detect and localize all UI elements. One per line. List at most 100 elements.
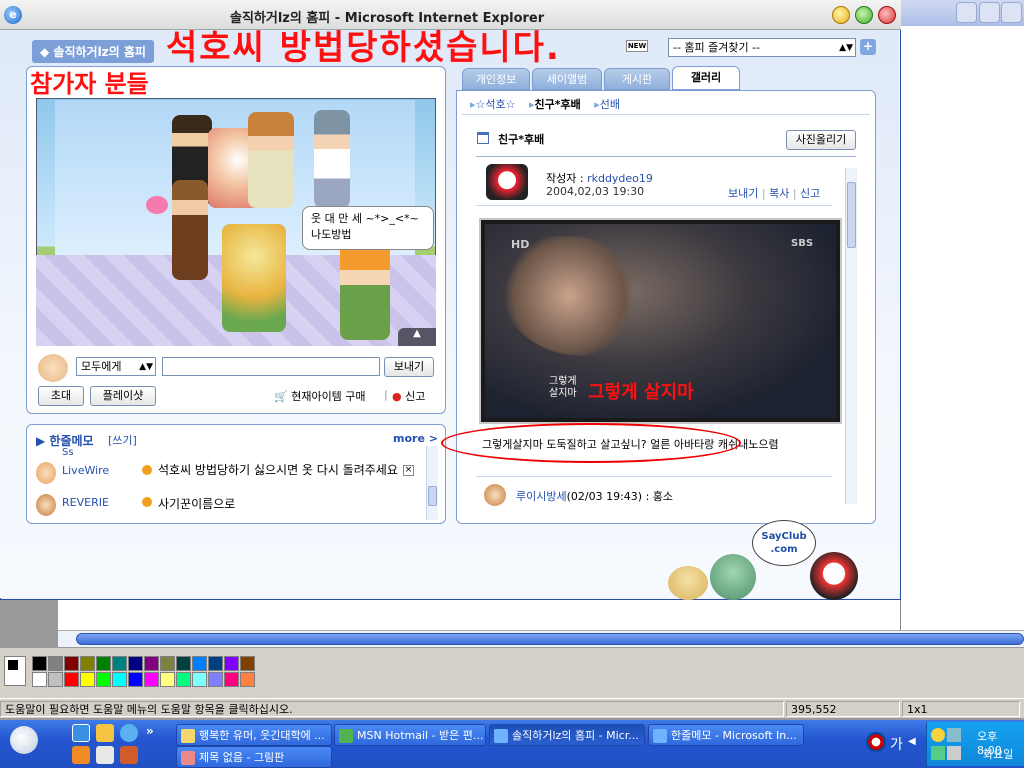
minimize-icon[interactable] bbox=[956, 2, 977, 23]
task-hotmail[interactable]: MSN Hotmail - 받은 편... bbox=[334, 724, 486, 746]
avatar-character[interactable] bbox=[222, 224, 286, 332]
palette-swatch[interactable] bbox=[208, 656, 223, 671]
chat-input[interactable] bbox=[162, 357, 380, 376]
palette-swatch[interactable] bbox=[240, 672, 255, 687]
palette-swatch[interactable] bbox=[48, 656, 63, 671]
memo-row-name[interactable]: REVERIE bbox=[62, 496, 109, 509]
start-apple-icon[interactable] bbox=[10, 726, 38, 754]
memo-row-name[interactable]: Ss bbox=[62, 447, 74, 458]
quicklaunch-ie-icon[interactable] bbox=[72, 724, 90, 742]
korean-flag-icon[interactable] bbox=[866, 732, 886, 752]
quicklaunch-messenger-icon[interactable] bbox=[96, 724, 114, 742]
close-icon[interactable] bbox=[878, 6, 896, 24]
palette-swatch[interactable] bbox=[176, 656, 191, 671]
quicklaunch-more-icon[interactable]: » bbox=[146, 724, 154, 738]
palette-swatch[interactable] bbox=[144, 672, 159, 687]
palette-swatch[interactable] bbox=[32, 672, 47, 687]
palette-swatch[interactable] bbox=[96, 656, 111, 671]
author-link[interactable]: rkddydeo19 bbox=[587, 172, 653, 185]
palette-swatch[interactable] bbox=[176, 672, 191, 687]
tray-network-icon[interactable] bbox=[947, 728, 961, 742]
task-memo[interactable]: 한줄메모 - Microsoft In... bbox=[648, 724, 804, 746]
palette-swatch[interactable] bbox=[112, 656, 127, 671]
palette-swatch[interactable] bbox=[192, 656, 207, 671]
task-paint[interactable]: 제목 없음 - 그림판 bbox=[176, 746, 332, 768]
minimize-icon[interactable] bbox=[832, 6, 850, 24]
sayclub-logo[interactable]: SayClub .com bbox=[752, 520, 816, 566]
photo-sbs-logo: SBS bbox=[791, 238, 814, 249]
upload-photo-button[interactable]: 사진올리기 bbox=[786, 130, 856, 150]
send-chat-button[interactable]: 보내기 bbox=[384, 357, 434, 377]
report-post-link[interactable]: 신고 bbox=[800, 187, 820, 200]
mascot-character bbox=[710, 554, 756, 600]
paint-horizontal-scrollbar[interactable] bbox=[58, 630, 1024, 647]
quicklaunch-app-icon[interactable] bbox=[72, 746, 90, 764]
invite-button[interactable]: 초대 bbox=[38, 386, 84, 406]
current-colors[interactable] bbox=[4, 656, 26, 686]
scrollbar-thumb[interactable] bbox=[76, 633, 1024, 645]
memo-scrollbar[interactable] bbox=[426, 446, 438, 520]
memo-row-text: 사기꾼이름으로 bbox=[158, 497, 236, 511]
gallery-scrollbar[interactable] bbox=[845, 168, 857, 504]
tray-messenger-icon[interactable] bbox=[931, 728, 945, 742]
palette-swatch[interactable] bbox=[96, 672, 111, 687]
avatar-character[interactable] bbox=[172, 180, 208, 280]
palette-swatch[interactable] bbox=[32, 656, 47, 671]
playshot-button[interactable]: 플레이샷 bbox=[90, 386, 156, 406]
palette-swatch[interactable] bbox=[80, 672, 95, 687]
delete-memo-icon[interactable]: × bbox=[403, 465, 414, 476]
expand-icon[interactable]: ▲ bbox=[398, 328, 436, 346]
palette-swatch[interactable] bbox=[144, 656, 159, 671]
comment-author[interactable]: 루이시방세 bbox=[516, 490, 567, 503]
chat-target-select[interactable]: 모두에게 ▲▼ bbox=[76, 357, 156, 376]
buy-items-link[interactable]: 🛒 현재아이템 구매 bbox=[274, 388, 366, 404]
maximize-icon[interactable] bbox=[855, 6, 873, 24]
palette-swatch[interactable] bbox=[160, 656, 175, 671]
palette-swatch[interactable] bbox=[160, 672, 175, 687]
palette-swatch[interactable] bbox=[128, 656, 143, 671]
subtab-friends[interactable]: 친구*후배 bbox=[535, 98, 581, 111]
close-icon[interactable] bbox=[1001, 2, 1022, 23]
palette-swatch[interactable] bbox=[48, 672, 63, 687]
palette-swatch[interactable] bbox=[240, 656, 255, 671]
tab-profile[interactable]: 개인정보 bbox=[462, 68, 530, 90]
memo-write-link[interactable]: [쓰기] bbox=[108, 432, 137, 448]
my-avatar-icon bbox=[38, 354, 68, 382]
quicklaunch-app2-icon[interactable] bbox=[96, 746, 114, 764]
memo-avatar-icon bbox=[36, 494, 56, 516]
quicklaunch-app3-icon[interactable] bbox=[120, 746, 138, 764]
quicklaunch-browser-icon[interactable] bbox=[120, 724, 138, 742]
palette-swatch[interactable] bbox=[64, 672, 79, 687]
palette-swatch[interactable] bbox=[112, 672, 127, 687]
palette-swatch[interactable] bbox=[128, 672, 143, 687]
tray-app-icon[interactable] bbox=[931, 746, 945, 760]
tray-volume-icon[interactable] bbox=[947, 746, 961, 760]
memo-row-name[interactable]: LiveWire bbox=[62, 464, 109, 477]
task-homepage[interactable]: 솔직하거lz의 홈피 - Micr... bbox=[489, 724, 645, 746]
subtab-seokho[interactable]: ☆석호☆ bbox=[476, 98, 516, 111]
add-favorite-button[interactable]: + bbox=[860, 39, 876, 55]
avatar-character[interactable] bbox=[314, 110, 350, 208]
photo-hd-logo: HD bbox=[511, 238, 530, 251]
avatar-character[interactable] bbox=[248, 112, 294, 208]
palette-swatch[interactable] bbox=[208, 672, 223, 687]
ime-language[interactable]: 가 bbox=[890, 734, 903, 754]
tray-arrow-icon[interactable]: ◀ bbox=[908, 736, 916, 747]
palette-swatch[interactable] bbox=[192, 672, 207, 687]
task-humor[interactable]: 행복한 유머, 웃긴대학에 ... bbox=[176, 724, 332, 746]
tab-board[interactable]: 게시판 bbox=[604, 68, 670, 90]
palette-swatch[interactable] bbox=[224, 672, 239, 687]
palette-swatch[interactable] bbox=[64, 656, 79, 671]
report-link[interactable]: ● 신고 bbox=[392, 388, 425, 404]
send-post-link[interactable]: 보내기 bbox=[728, 187, 758, 200]
favorites-select[interactable]: -- 홈피 즐겨찾기 -- ▲▼ bbox=[668, 38, 856, 57]
palette-swatch[interactable] bbox=[80, 656, 95, 671]
avatar-character[interactable] bbox=[340, 240, 390, 340]
maximize-icon[interactable] bbox=[979, 2, 1000, 23]
memo-more-link[interactable]: more > bbox=[393, 432, 438, 445]
subtab-seniors[interactable]: 선배 bbox=[600, 98, 620, 111]
tab-gallery[interactable]: 갤러리 bbox=[672, 66, 740, 90]
palette-swatch[interactable] bbox=[224, 656, 239, 671]
tab-album[interactable]: 세이앨범 bbox=[532, 68, 602, 90]
copy-post-link[interactable]: 복사 bbox=[769, 187, 789, 200]
